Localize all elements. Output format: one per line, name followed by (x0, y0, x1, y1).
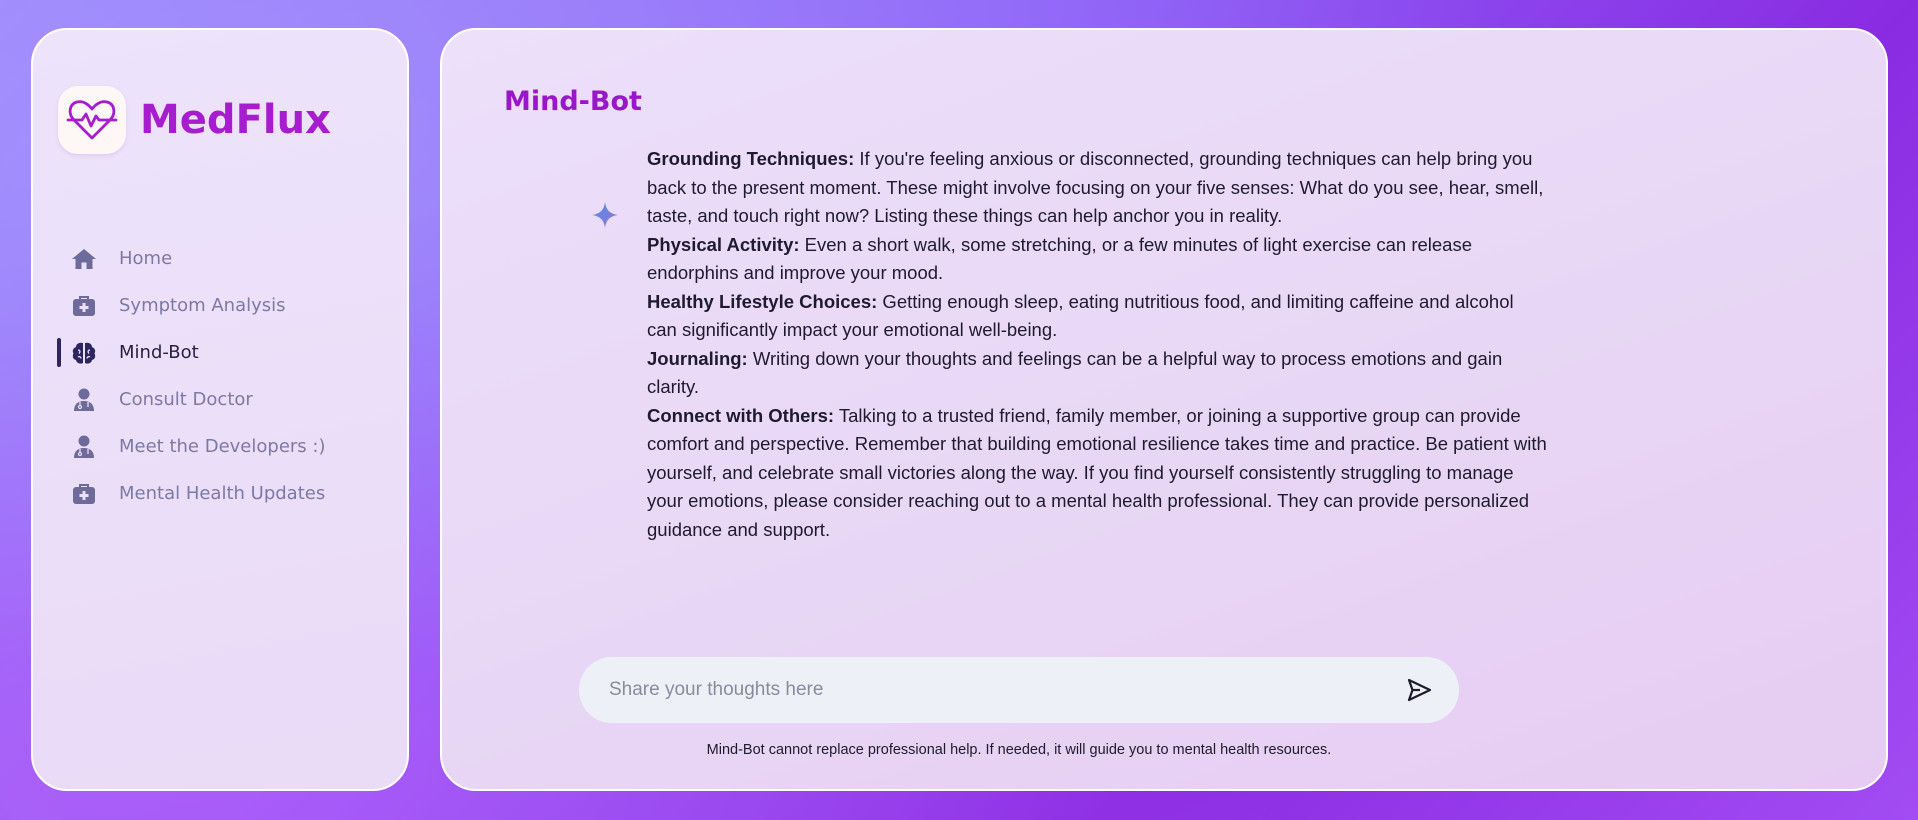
sidebar-nav: Home Symptom Analysis Mind-Bot Consult D… (33, 235, 407, 517)
sidebar-item-mind-bot[interactable]: Mind-Bot (33, 329, 407, 376)
sidebar-item-label: Mind-Bot (119, 342, 199, 363)
send-icon (1407, 678, 1432, 702)
sidebar-item-label: Meet the Developers :) (119, 436, 326, 457)
message-heading: Grounding Techniques: (647, 148, 855, 169)
message-paragraph: Physical Activity: Even a short walk, so… (647, 231, 1547, 288)
message-composer (579, 657, 1459, 723)
page-title: Mind-Bot (504, 86, 642, 117)
sidebar-item-home[interactable]: Home (33, 235, 407, 282)
sidebar-item-symptom-analysis[interactable]: Symptom Analysis (33, 282, 407, 329)
message-heading: Healthy Lifestyle Choices: (647, 290, 878, 312)
sidebar-item-label: Consult Doctor (119, 389, 253, 410)
sidebar-item-label: Home (119, 248, 173, 269)
brand-name: MedFlux (140, 97, 331, 143)
sidebar-item-label: Mental Health Updates (119, 483, 326, 504)
message-heading: Journaling: (647, 347, 748, 369)
heart-pulse-icon (58, 86, 126, 154)
send-button[interactable] (1389, 660, 1449, 720)
message-paragraph: Journaling: Writing down your thoughts a… (647, 345, 1547, 402)
message-heading: Physical Activity: (647, 233, 800, 255)
main-panel: Mind-Bot Grounding Techniques: If you're… (440, 28, 1888, 791)
brain-icon (71, 340, 97, 366)
chat-input[interactable] (579, 657, 1389, 723)
home-icon (71, 246, 97, 272)
sidebar-item-mental-health-updates[interactable]: Mental Health Updates (33, 470, 407, 517)
message-paragraph: Healthy Lifestyle Choices: Getting enoug… (647, 288, 1547, 345)
doctor-icon (71, 434, 97, 460)
medical-kit-icon (71, 293, 97, 319)
disclaimer-text: Mind-Bot cannot replace professional hel… (706, 742, 1332, 758)
active-indicator (57, 338, 61, 367)
sparkle-icon (590, 200, 620, 230)
sidebar: MedFlux Home Symptom Analysis Mind-Bot C… (31, 28, 409, 791)
sidebar-item-label: Symptom Analysis (119, 295, 286, 316)
doctor-icon (71, 387, 97, 413)
message-paragraph: Grounding Techniques: If you're feeling … (647, 145, 1547, 231)
sidebar-item-meet-developers[interactable]: Meet the Developers :) (33, 423, 407, 470)
bot-message: Grounding Techniques: If you're feeling … (647, 145, 1547, 544)
message-text: Writing down your thoughts and feelings … (647, 347, 1503, 398)
message-paragraph: Connect with Others: Talking to a truste… (647, 402, 1547, 545)
medical-kit-icon (71, 481, 97, 507)
sidebar-item-consult-doctor[interactable]: Consult Doctor (33, 376, 407, 423)
message-heading: Connect with Others: (647, 404, 835, 426)
brand[interactable]: MedFlux (58, 86, 331, 154)
